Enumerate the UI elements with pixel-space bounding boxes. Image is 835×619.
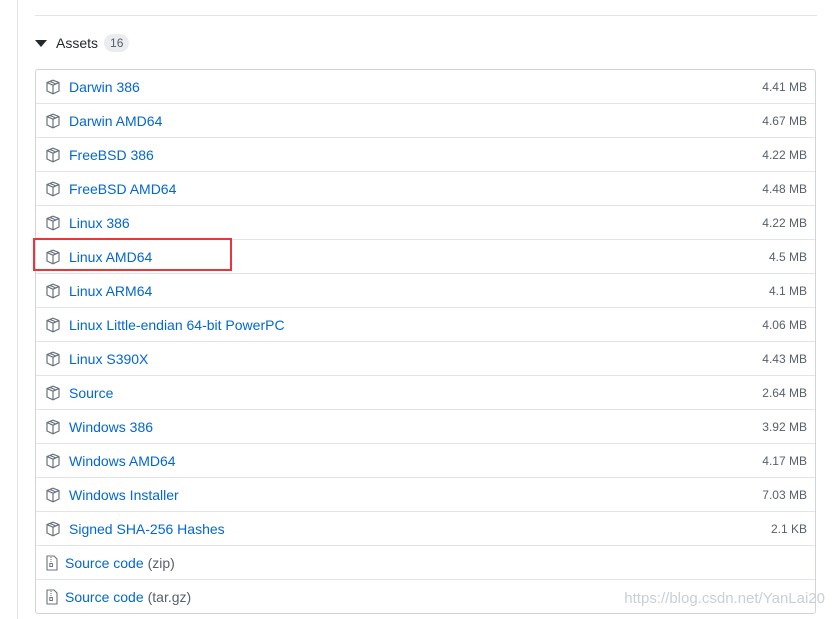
asset-row: Signed SHA-256 Hashes 2.1 KB	[36, 511, 815, 545]
asset-link[interactable]: Linux ARM64	[69, 283, 152, 299]
asset-link[interactable]: Windows AMD64	[69, 453, 176, 469]
asset-row: Windows AMD64 4.17 MB	[36, 443, 815, 477]
asset-row: Windows Installer 7.03 MB	[36, 477, 815, 511]
asset-size: 2.64 MB	[762, 385, 807, 400]
asset-row: Linux S390X 4.43 MB	[36, 341, 815, 375]
package-icon	[46, 521, 60, 537]
asset-link[interactable]: Linux S390X	[69, 351, 148, 367]
asset-size: 4.48 MB	[762, 181, 807, 196]
package-icon	[46, 487, 60, 503]
asset-link[interactable]: Linux 386	[69, 215, 130, 231]
asset-row: FreeBSD 386 4.22 MB	[36, 137, 815, 171]
assets-count-badge: 16	[104, 34, 130, 52]
asset-row: Darwin 386 4.41 MB	[36, 70, 815, 103]
assets-toggle[interactable]: Assets 16	[35, 33, 130, 53]
asset-size: 4.22 MB	[762, 147, 807, 162]
asset-row: Linux 386 4.22 MB	[36, 205, 815, 239]
package-icon	[46, 147, 60, 163]
package-icon	[46, 215, 60, 231]
source-code-row: Source code (zip)	[36, 545, 815, 579]
asset-size: 3.92 MB	[762, 419, 807, 434]
package-icon	[46, 113, 60, 129]
asset-link[interactable]: Windows Installer	[69, 487, 179, 503]
asset-row: Linux ARM64 4.1 MB	[36, 273, 815, 307]
asset-link[interactable]: Darwin 386	[69, 79, 140, 95]
asset-row: FreeBSD AMD64 4.48 MB	[36, 171, 815, 205]
asset-link[interactable]: Darwin AMD64	[69, 113, 162, 129]
package-icon	[46, 453, 60, 469]
package-icon	[46, 317, 60, 333]
asset-row: Source 2.64 MB	[36, 375, 815, 409]
package-icon	[46, 249, 60, 265]
asset-size: 4.17 MB	[762, 453, 807, 468]
asset-size: 7.03 MB	[762, 487, 807, 502]
asset-row-linux-amd64: Linux AMD64 4.5 MB	[36, 239, 815, 273]
caret-down-icon	[35, 40, 47, 47]
asset-size: 2.1 KB	[770, 521, 807, 536]
asset-link[interactable]: Source	[69, 385, 113, 401]
asset-link[interactable]: Linux Little-endian 64-bit PowerPC	[69, 317, 285, 333]
asset-size: 4.41 MB	[762, 79, 807, 94]
asset-row: Windows 386 3.92 MB	[36, 409, 815, 443]
asset-link[interactable]: Windows 386	[69, 419, 153, 435]
package-icon	[46, 79, 60, 95]
source-code-tar-link[interactable]: Source code	[65, 589, 144, 605]
asset-row: Darwin AMD64 4.67 MB	[36, 103, 815, 137]
asset-size: 4.43 MB	[762, 351, 807, 366]
asset-link[interactable]: Linux AMD64	[69, 249, 152, 265]
asset-size: 4.06 MB	[762, 317, 807, 332]
package-icon	[46, 419, 60, 435]
package-icon	[46, 181, 60, 197]
package-icon	[46, 385, 60, 401]
file-zip-icon	[46, 554, 58, 571]
asset-row: Linux Little-endian 64-bit PowerPC 4.06 …	[36, 307, 815, 341]
asset-size: 4.5 MB	[768, 249, 807, 264]
asset-link[interactable]: FreeBSD AMD64	[69, 181, 176, 197]
source-code-format: (tar.gz)	[147, 588, 192, 605]
top-divider	[35, 15, 817, 16]
asset-size: 4.67 MB	[762, 113, 807, 128]
asset-size: 4.22 MB	[762, 215, 807, 230]
asset-size: 4.1 MB	[768, 283, 807, 298]
source-code-format: (zip)	[147, 554, 175, 571]
asset-link[interactable]: Signed SHA-256 Hashes	[69, 521, 225, 537]
watermark: https://blog.csdn.net/YanLai20	[624, 590, 825, 607]
package-icon	[46, 283, 60, 299]
file-zip-icon	[46, 588, 58, 605]
source-code-zip-link[interactable]: Source code	[65, 555, 144, 571]
assets-list: Darwin 386 4.41 MB Darwin AMD64 4.67 MB …	[35, 69, 816, 614]
asset-link[interactable]: FreeBSD 386	[69, 147, 154, 163]
package-icon	[46, 351, 60, 367]
assets-label: Assets	[56, 35, 99, 51]
left-divider	[17, 0, 18, 619]
